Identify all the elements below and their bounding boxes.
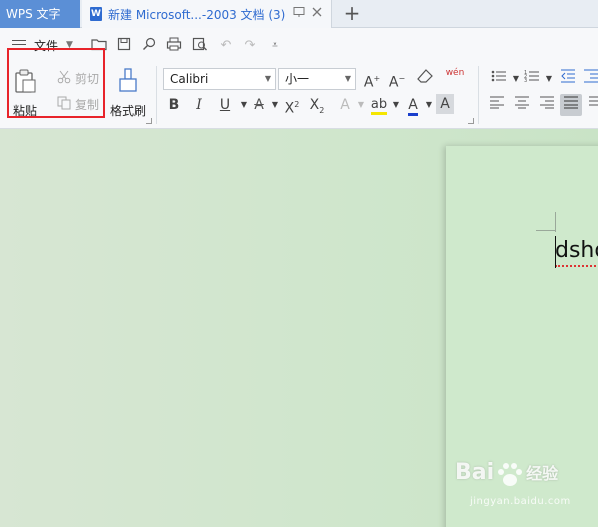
customize-quick-access-icon[interactable]: ⩡: [266, 37, 284, 55]
font-family-select[interactable]: Calibri ▼: [163, 68, 276, 90]
chevron-down-icon: ▼: [344, 74, 351, 83]
undo-icon[interactable]: ↶: [217, 37, 235, 55]
decrease-indent-icon[interactable]: [557, 68, 579, 90]
text-cursor: [555, 236, 556, 268]
superscript-icon[interactable]: X2: [281, 94, 303, 117]
watermark-brand: Bai: [455, 460, 495, 485]
shrink-font-icon[interactable]: A−: [386, 68, 408, 91]
italic-icon[interactable]: I: [188, 94, 210, 116]
character-shading-icon[interactable]: A: [436, 94, 454, 114]
clear-format-eraser-icon[interactable]: [414, 68, 436, 90]
close-tab-icon[interactable]: [310, 6, 324, 20]
ribbon-toolbar: 文件 ▼ ↶ ↷ ⩡ 粘贴 剪切 复制 格式刷 Calibri ▼ 小一 ▼ A…: [0, 28, 598, 129]
page-margin-marker: [536, 230, 556, 231]
font-size-value: 小一: [285, 72, 310, 86]
format-painter-label: 格式刷: [109, 104, 146, 118]
baidu-paw-icon: [498, 463, 522, 486]
group-separator: [156, 66, 157, 124]
search-icon[interactable]: [140, 37, 158, 55]
bold-icon[interactable]: B: [163, 94, 185, 116]
align-center-icon[interactable]: [511, 94, 533, 116]
annotation-highlight-box: [7, 48, 105, 118]
save-icon[interactable]: [115, 37, 133, 55]
redo-icon[interactable]: ↷: [241, 37, 259, 55]
print-preview-icon[interactable]: [191, 37, 209, 55]
app-tab-wps-writer[interactable]: WPS 文字: [0, 0, 80, 28]
group-separator: [478, 66, 479, 124]
font-dialog-launcher-icon[interactable]: [468, 118, 474, 124]
watermark-brand-suffix: 经验: [526, 464, 559, 483]
document-body-text[interactable]: dsho: [555, 238, 598, 267]
font-family-value: Calibri: [170, 72, 209, 86]
subscript-icon[interactable]: X2: [306, 94, 328, 116]
document-tab-title: 新建 Microsoft...-2003 文档 (3): [108, 7, 286, 22]
grow-font-icon[interactable]: A+: [361, 68, 383, 91]
justify-icon[interactable]: [560, 94, 582, 116]
clipboard-dialog-launcher-icon[interactable]: [146, 118, 152, 124]
svg-text:3: 3: [524, 78, 527, 83]
font-size-select[interactable]: 小一 ▼: [278, 68, 356, 90]
word-doc-icon: W: [90, 7, 102, 21]
print-icon[interactable]: [165, 37, 183, 55]
format-painter-button[interactable]: 格式刷: [108, 68, 148, 119]
align-right-icon[interactable]: [536, 94, 558, 116]
new-tab-button[interactable]: +: [340, 0, 364, 28]
align-left-icon[interactable]: [486, 94, 508, 116]
title-tab-bar: WPS 文字 W 新建 Microsoft...-2003 文档 (3) +: [0, 0, 598, 28]
monitor-icon[interactable]: [292, 6, 306, 20]
page-margin-marker: [555, 212, 556, 232]
phonetic-guide-button[interactable]: wén: [444, 68, 466, 90]
format-painter-icon: [115, 68, 141, 94]
watermark-url: jingyan.baidu.com: [470, 496, 571, 507]
chevron-down-icon: ▼: [264, 74, 271, 83]
distributed-align-icon[interactable]: [585, 94, 598, 116]
increase-indent-icon[interactable]: [580, 68, 598, 90]
phonetic-guide-label: wén: [445, 68, 465, 78]
